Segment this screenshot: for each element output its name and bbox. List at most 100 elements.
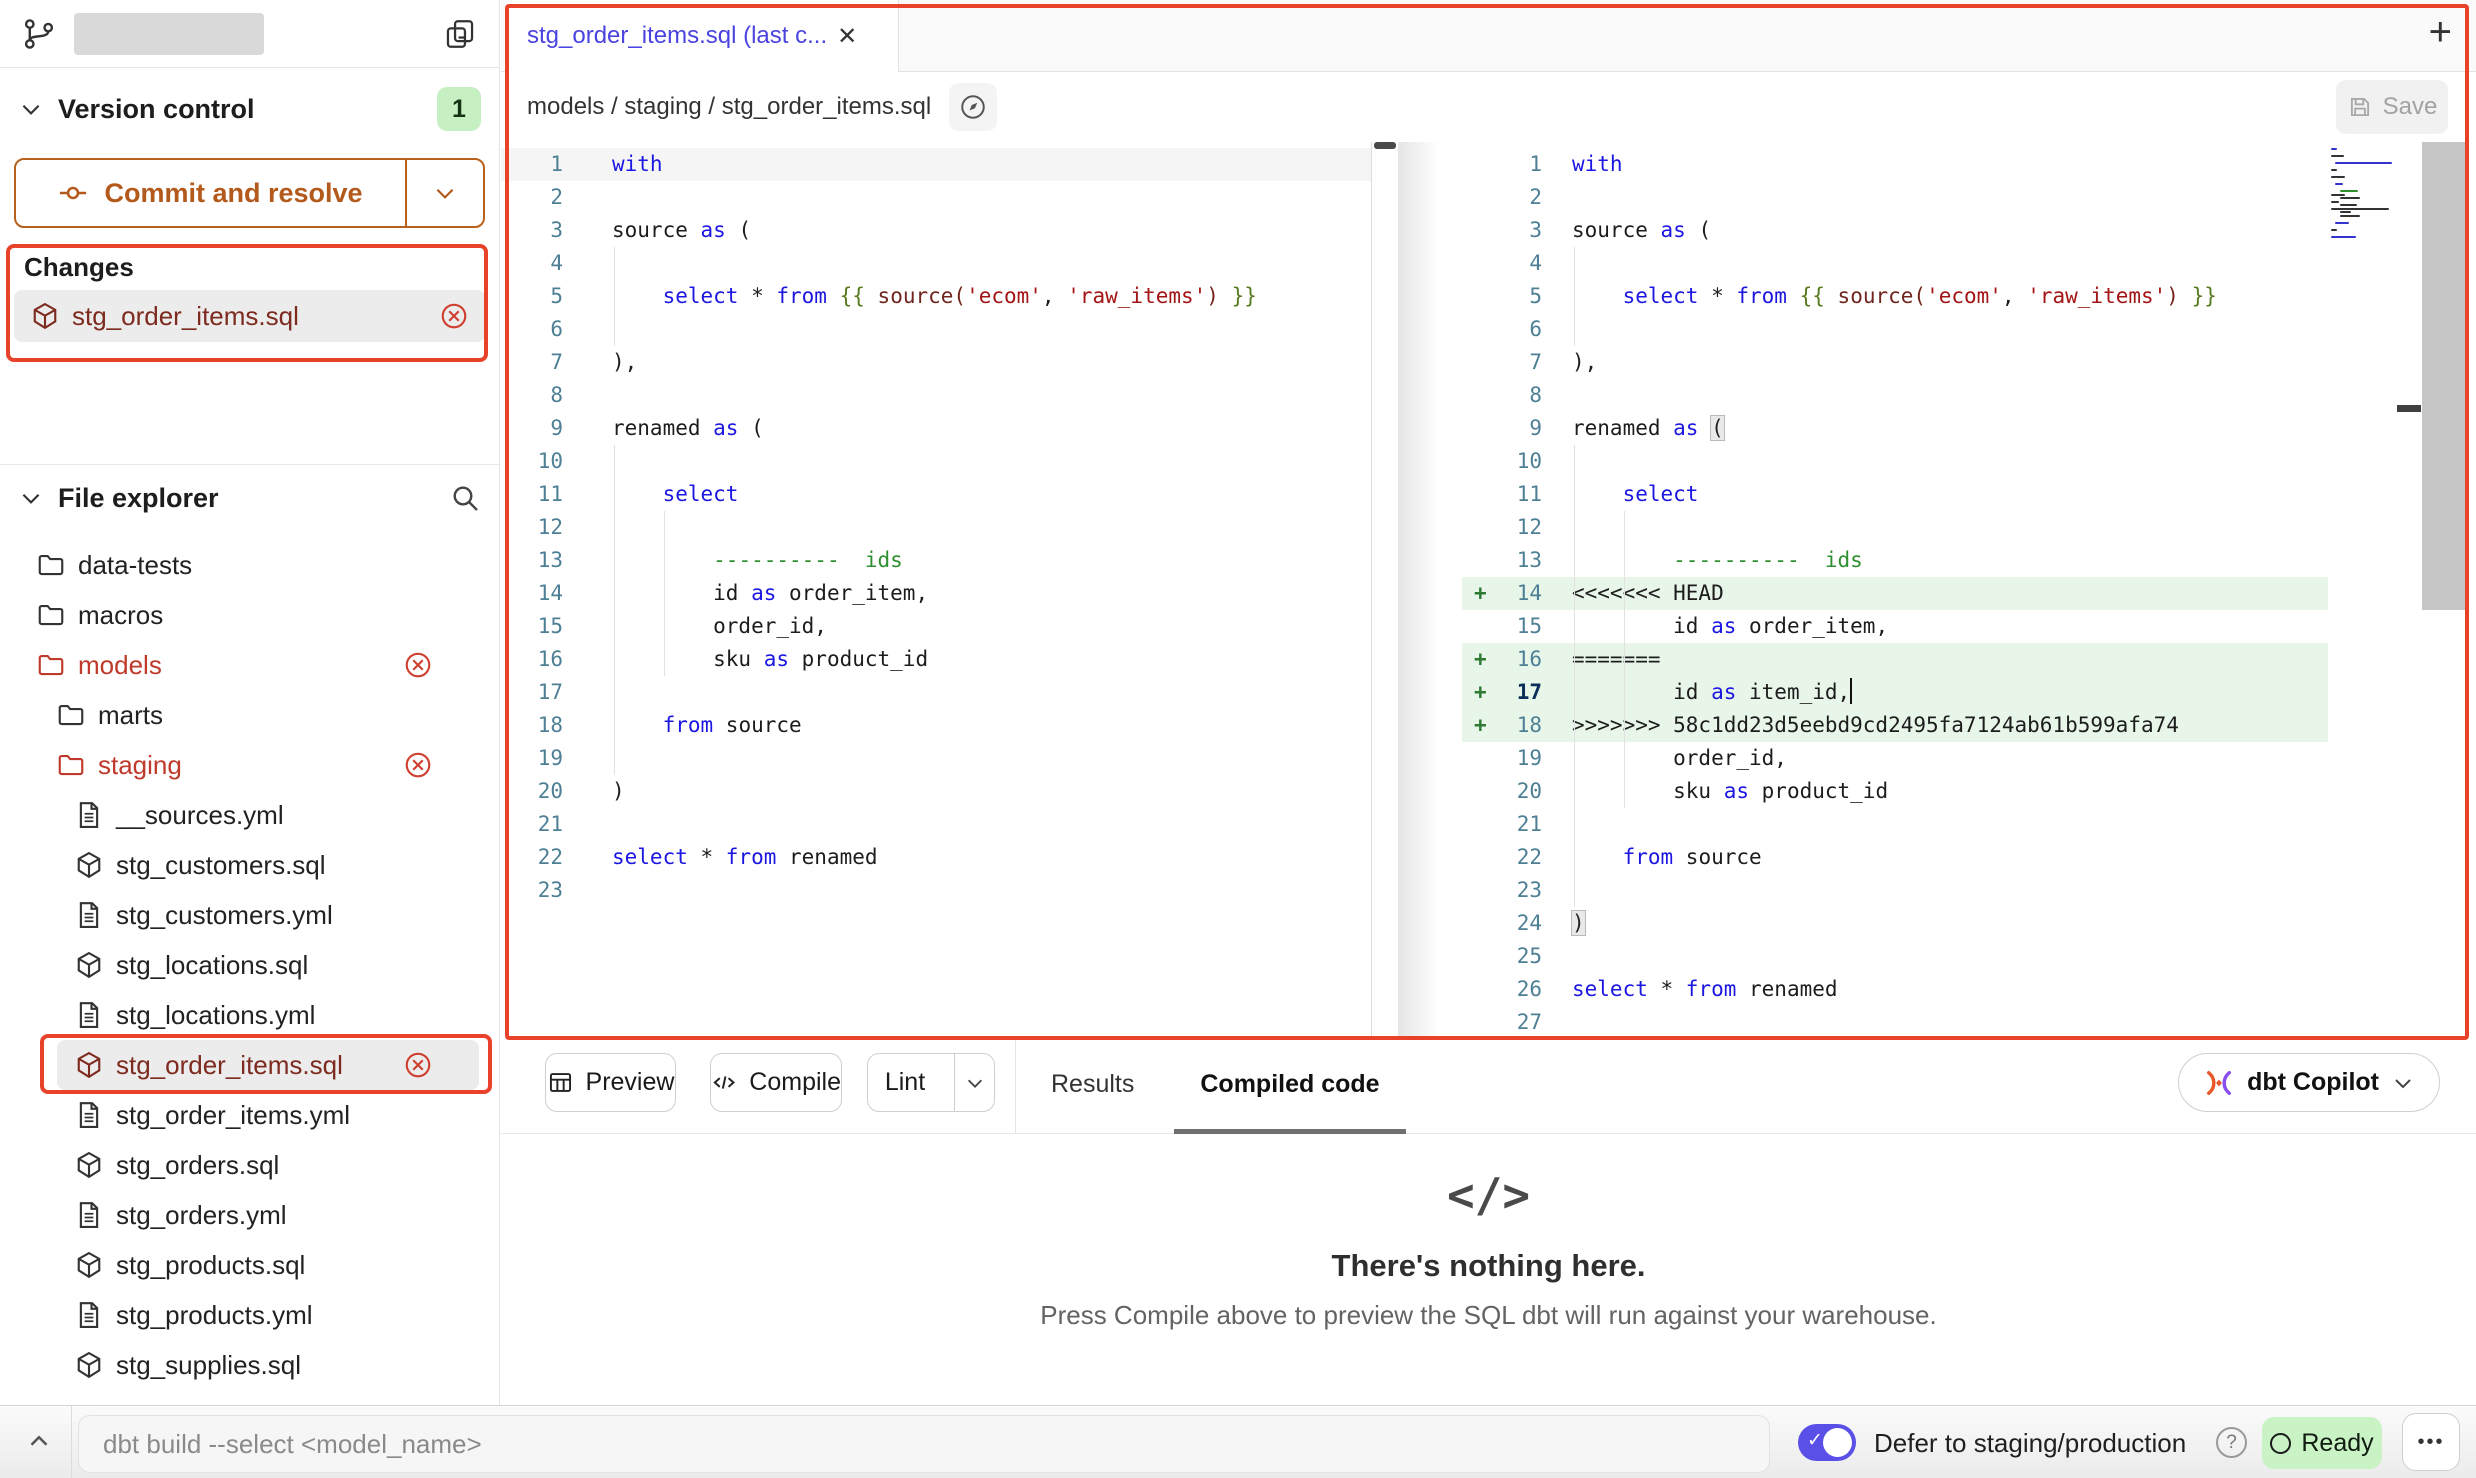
code-line[interactable]: 10 xyxy=(501,445,1371,478)
code-line[interactable]: 6 xyxy=(501,313,1371,346)
tree-item-staging[interactable]: staging xyxy=(0,740,499,790)
changed-file-row[interactable]: stg_order_items.sql xyxy=(14,290,485,342)
git-branch-icon[interactable] xyxy=(22,17,56,51)
code-line[interactable]: 20 sku as product_id xyxy=(1462,775,2328,808)
code-line[interactable]: 5 select * from {{ source('ecom', 'raw_i… xyxy=(1462,280,2328,313)
tree-item--sources-yml[interactable]: __sources.yml xyxy=(0,790,499,840)
close-icon[interactable]: ✕ xyxy=(837,22,857,51)
more-options-button[interactable]: ••• xyxy=(2402,1413,2460,1471)
code-line[interactable]: 21 xyxy=(501,808,1371,841)
tree-item-stg-locations-yml[interactable]: stg_locations.yml xyxy=(0,990,499,1040)
tree-item-stg-products-yml[interactable]: stg_products.yml xyxy=(0,1290,499,1340)
tree-item-stg-products-sql[interactable]: stg_products.sql xyxy=(0,1240,499,1290)
commit-options-caret[interactable] xyxy=(405,160,483,226)
code-line[interactable]: 4 xyxy=(501,247,1371,280)
code-line[interactable]: +17 id as item_id, xyxy=(1462,676,2328,709)
commit-and-resolve-button[interactable]: Commit and resolve xyxy=(14,158,485,228)
code-line[interactable]: 3source as ( xyxy=(501,214,1371,247)
new-tab-button[interactable]: + xyxy=(2429,12,2452,52)
dbt-copilot-button[interactable]: dbt Copilot xyxy=(2178,1053,2440,1112)
code-line[interactable]: 12 xyxy=(501,511,1371,544)
branch-name-redacted[interactable] xyxy=(74,13,264,55)
code-line[interactable]: 21 xyxy=(1462,808,2328,841)
code-line[interactable]: 11 select xyxy=(501,478,1371,511)
tree-item-models[interactable]: models xyxy=(0,640,499,690)
save-button[interactable]: Save xyxy=(2336,80,2448,134)
code-line[interactable]: 24) xyxy=(1462,907,2328,940)
left-pane-scrollbar[interactable] xyxy=(1372,142,1398,1040)
code-line[interactable]: 6 xyxy=(1462,313,2328,346)
code-line[interactable]: 7), xyxy=(501,346,1371,379)
lint-button[interactable]: Lint xyxy=(867,1053,995,1112)
discard-change-icon[interactable] xyxy=(439,301,469,331)
code-line[interactable]: +14<<<<<<< HEAD xyxy=(1462,577,2328,610)
code-line[interactable]: 22 from source xyxy=(1462,841,2328,874)
compile-button[interactable]: Compile xyxy=(710,1053,842,1112)
tree-item-stg-customers-sql[interactable]: stg_customers.sql xyxy=(0,840,499,890)
tree-item-stg-orders-sql[interactable]: stg_orders.sql xyxy=(0,1140,499,1190)
code-line[interactable]: 8 xyxy=(501,379,1371,412)
code-line[interactable]: 17 xyxy=(501,676,1371,709)
discard-change-icon[interactable] xyxy=(403,750,433,780)
code-line[interactable]: 2 xyxy=(501,181,1371,214)
tree-item-macros[interactable]: macros xyxy=(0,590,499,640)
command-input[interactable]: dbt build --select <model_name> xyxy=(78,1415,1770,1473)
code-line[interactable]: 1with xyxy=(501,148,1371,181)
help-icon[interactable]: ? xyxy=(2216,1427,2247,1458)
code-line[interactable]: 20) xyxy=(501,775,1371,808)
code-line[interactable]: 14 id as order_item, xyxy=(501,577,1371,610)
right-pane-scrollbar[interactable] xyxy=(2422,142,2465,610)
lint-options-caret[interactable] xyxy=(954,1054,994,1111)
tab-stg-order-items[interactable]: stg_order_items.sql (last c... ✕ xyxy=(507,0,899,72)
code-line[interactable]: 9renamed as ( xyxy=(1462,412,2328,445)
code-line[interactable]: 1with xyxy=(1462,148,2328,181)
tree-item-marts[interactable]: marts xyxy=(0,690,499,740)
version-control-header[interactable]: Version control 1 xyxy=(0,86,499,132)
code-line[interactable]: 18 from source xyxy=(501,709,1371,742)
tree-item-stg-supplies-sql[interactable]: stg_supplies.sql xyxy=(0,1340,499,1390)
code-line[interactable]: 13 ---------- ids xyxy=(501,544,1371,577)
code-line[interactable]: 19 order_id, xyxy=(1462,742,2328,775)
code-line[interactable]: 13 ---------- ids xyxy=(1462,544,2328,577)
tree-item-stg-order-items-sql[interactable]: stg_order_items.sql xyxy=(57,1040,479,1090)
tab-results[interactable]: Results xyxy=(1025,1040,1160,1134)
code-line[interactable]: 27 xyxy=(1462,1006,2328,1039)
editor-pane-right[interactable]: 1with23source as (45 select * from {{ so… xyxy=(1462,142,2476,1040)
tab-compiled-code[interactable]: Compiled code xyxy=(1174,1040,1405,1134)
code-line[interactable]: 5 select * from {{ source('ecom', 'raw_i… xyxy=(501,280,1371,313)
code-line[interactable]: 16 sku as product_id xyxy=(501,643,1371,676)
code-line[interactable]: 22select * from renamed xyxy=(501,841,1371,874)
status-badge[interactable]: Ready xyxy=(2262,1417,2382,1469)
code-line[interactable]: 8 xyxy=(1462,379,2328,412)
search-icon[interactable] xyxy=(449,482,481,514)
divider-handle[interactable] xyxy=(2397,405,2421,412)
editor-pane-left[interactable]: 1with23source as (45 select * from {{ so… xyxy=(501,142,1372,1040)
code-line[interactable]: 15 order_id, xyxy=(501,610,1371,643)
discard-change-icon[interactable] xyxy=(403,650,433,680)
code-line[interactable]: +18>>>>>>> 58c1dd23d5eebd9cd2495fa7124ab… xyxy=(1462,709,2328,742)
preview-button[interactable]: Preview xyxy=(545,1053,676,1112)
tree-item-stg-orders-yml[interactable]: stg_orders.yml xyxy=(0,1190,499,1240)
code-line[interactable]: 11 select xyxy=(1462,478,2328,511)
code-line[interactable]: +16======= xyxy=(1462,643,2328,676)
defer-toggle[interactable]: ✓ xyxy=(1798,1424,1856,1461)
code-line[interactable]: 23 xyxy=(1462,874,2328,907)
code-line[interactable]: 12 xyxy=(1462,511,2328,544)
code-line[interactable]: 23 xyxy=(501,874,1371,907)
code-line[interactable]: 3source as ( xyxy=(1462,214,2328,247)
tree-item-stg-locations-sql[interactable]: stg_locations.sql xyxy=(0,940,499,990)
tree-item-stg-order-items-yml[interactable]: stg_order_items.yml xyxy=(0,1090,499,1140)
code-line[interactable]: 2 xyxy=(1462,181,2328,214)
code-line[interactable]: 4 xyxy=(1462,247,2328,280)
copy-files-icon[interactable] xyxy=(443,17,477,51)
code-line[interactable]: 19 xyxy=(501,742,1371,775)
minimap[interactable] xyxy=(2331,148,2393,243)
collapse-chevron-icon[interactable] xyxy=(24,1426,54,1456)
code-line[interactable]: 15 id as order_item, xyxy=(1462,610,2328,643)
code-line[interactable]: 26select * from renamed xyxy=(1462,973,2328,1006)
code-line[interactable]: 7), xyxy=(1462,346,2328,379)
code-line[interactable]: 10 xyxy=(1462,445,2328,478)
file-explorer-header[interactable]: File explorer xyxy=(0,472,499,524)
tree-item-stg-customers-yml[interactable]: stg_customers.yml xyxy=(0,890,499,940)
lineage-compass-button[interactable] xyxy=(949,83,997,131)
